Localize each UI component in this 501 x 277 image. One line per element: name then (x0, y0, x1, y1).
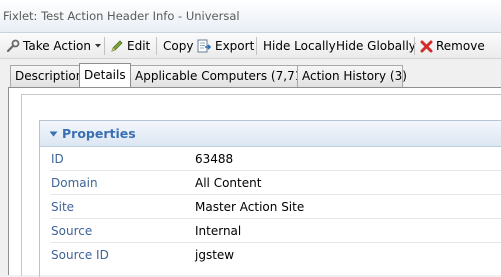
tab-bar: Description Details Applicable Computers… (0, 59, 501, 87)
tab-details[interactable]: Details (79, 63, 131, 87)
toolbar-separator (256, 37, 257, 55)
property-key: Source ID (51, 248, 109, 262)
property-key: Domain (51, 176, 98, 190)
tab-applicable-computers[interactable]: Applicable Computers (7,717) (130, 65, 315, 87)
property-key: Site (51, 200, 75, 214)
properties-header[interactable]: Properties (40, 121, 501, 147)
property-value: Master Action Site (195, 200, 305, 214)
hide-locally-label: Hide Locally (263, 39, 336, 53)
window-title: Fixlet: Test Action Header Info - Univer… (3, 9, 240, 23)
pencil-icon (111, 40, 123, 52)
red-x-icon (420, 40, 433, 52)
take-action-label: Take Action (23, 39, 91, 53)
property-value: Internal (195, 224, 242, 238)
hide-locally-button[interactable]: Hide Locally (263, 37, 336, 55)
copy-label: Copy (163, 39, 194, 53)
properties-title: Properties (62, 126, 136, 141)
property-row: ID 63488 (40, 147, 501, 171)
toolbar: Take Action Edit Copy Export Hide Locall… (0, 33, 501, 59)
remove-label: Remove (436, 39, 485, 53)
remove-button[interactable]: Remove (420, 37, 485, 55)
tab-label: Details (84, 68, 126, 82)
tab-description[interactable]: Description (10, 65, 84, 87)
property-value: jgstew (195, 248, 235, 262)
hide-globally-label: Hide Globally (336, 39, 416, 53)
take-action-button[interactable]: Take Action (6, 37, 105, 55)
collapse-arrow-icon (49, 131, 58, 137)
export-button[interactable]: Export (197, 37, 254, 55)
property-key: Source (51, 224, 93, 238)
wrench-icon (6, 39, 20, 53)
property-row: Site Master Action Site (40, 195, 501, 219)
properties-panel: Properties ID 63488 Domain All Content S… (39, 120, 501, 277)
toolbar-separator (104, 37, 105, 55)
property-row: Source Internal (40, 219, 501, 243)
property-row: Source ID jgstew (40, 243, 501, 267)
copy-button[interactable]: Copy (163, 37, 193, 55)
dropdown-arrow-icon (95, 44, 101, 48)
edit-label: Edit (127, 39, 151, 53)
tab-label: Applicable Computers (7,717) (135, 69, 315, 83)
export-icon (197, 39, 212, 53)
window-titlebar: Fixlet: Test Action Header Info - Univer… (0, 0, 501, 33)
edit-button[interactable]: Edit (110, 37, 150, 55)
property-key: ID (51, 152, 64, 166)
property-row: Domain All Content (40, 171, 501, 195)
toolbar-separator (414, 37, 415, 55)
hide-globally-button[interactable]: Hide Globally (336, 37, 416, 55)
details-content-area: Properties ID 63488 Domain All Content S… (8, 87, 501, 277)
property-value: All Content (195, 176, 262, 190)
property-value: 63488 (195, 152, 234, 166)
details-inner-frame: Properties ID 63488 Domain All Content S… (21, 94, 501, 277)
tab-action-history[interactable]: Action History (3) (297, 65, 407, 87)
tab-label: Description (15, 69, 84, 83)
tab-label: Action History (3) (302, 69, 407, 83)
export-label: Export (215, 39, 255, 53)
toolbar-separator (156, 37, 157, 55)
